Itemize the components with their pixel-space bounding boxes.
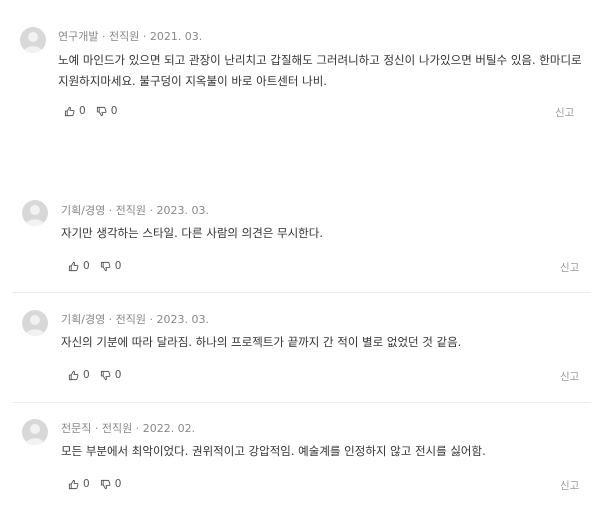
report-button[interactable]: 신고 <box>560 478 579 493</box>
user-avatar-icon <box>22 200 48 226</box>
user-avatar-icon <box>22 419 48 445</box>
thumbs-down-icon <box>96 106 107 116</box>
dislike-button[interactable]: 0 <box>100 369 122 381</box>
thumbs-up-icon <box>64 106 75 116</box>
dislike-count: 0 <box>114 478 122 490</box>
dislike-count: 0 <box>114 260 122 272</box>
review-author-meta: 연구개발 · 전직원 · 2021. 03. <box>58 30 203 43</box>
user-avatar-icon <box>22 310 48 336</box>
thumbs-down-icon <box>100 261 111 271</box>
review-author-meta: 기획/경영 · 전직원 · 2023. 03. <box>61 204 210 217</box>
dislike-button[interactable]: 0 <box>100 260 122 272</box>
review-text: 자신의 기분에 따라 달라짐. 하나의 프로젝트가 끝까지 간 적이 별로 없었… <box>61 335 462 349</box>
report-button[interactable]: 신고 <box>560 260 579 275</box>
thumbs-down-icon <box>100 370 111 380</box>
like-button[interactable]: 0 <box>64 105 86 117</box>
review-author-meta: 전문직 · 전직원 · 2022. 02. <box>61 422 196 435</box>
thumbs-down-icon <box>100 479 111 489</box>
like-button[interactable]: 0 <box>68 369 90 381</box>
review-text: 자기만 생각하는 스타일. 다른 사람의 의견은 무시한다. <box>61 226 324 240</box>
dislike-count: 0 <box>110 105 118 117</box>
review-divider <box>12 292 591 293</box>
review-actions: 0 0 <box>68 478 131 490</box>
like-count: 0 <box>83 478 90 490</box>
review-actions: 0 0 <box>68 260 131 272</box>
review-divider <box>12 402 591 403</box>
thumbs-up-icon <box>68 370 79 380</box>
like-count: 0 <box>83 369 90 381</box>
review-actions: 0 0 <box>64 105 127 117</box>
user-avatar-icon <box>20 27 46 53</box>
dislike-count: 0 <box>114 369 122 381</box>
review-text: 모든 부분에서 최악이었다. 권위적이고 강압적임. 예술계를 인정하지 않고 … <box>61 444 486 458</box>
dislike-button[interactable]: 0 <box>100 478 122 490</box>
dislike-button[interactable]: 0 <box>96 105 118 117</box>
report-button[interactable]: 신고 <box>555 105 574 120</box>
like-count: 0 <box>79 105 86 117</box>
review-author-meta: 기획/경영 · 전직원 · 2023. 03. <box>61 313 210 326</box>
thumbs-up-icon <box>68 479 79 489</box>
like-count: 0 <box>83 260 90 272</box>
like-button[interactable]: 0 <box>68 478 90 490</box>
review-text: 노예 마인드가 있으면 되고 관장이 난리치고 갑질해도 그러려니하고 정신이 … <box>58 53 582 88</box>
report-button[interactable]: 신고 <box>560 369 579 384</box>
review-actions: 0 0 <box>68 369 131 381</box>
like-button[interactable]: 0 <box>68 260 90 272</box>
thumbs-up-icon <box>68 261 79 271</box>
